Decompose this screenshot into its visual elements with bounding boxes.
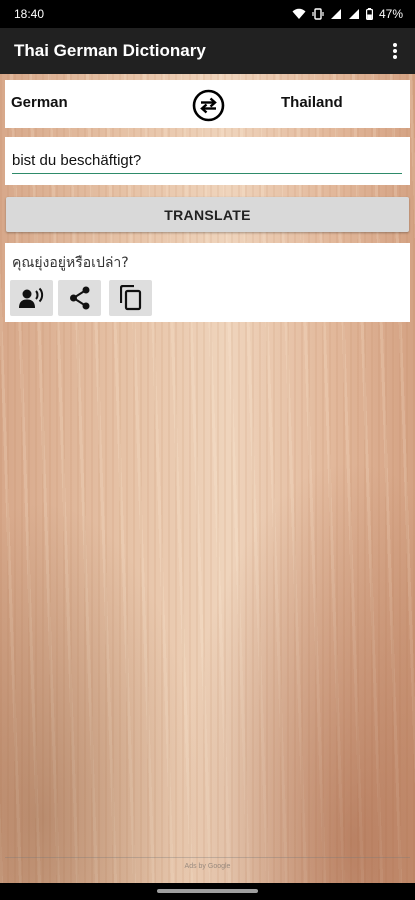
system-nav-bar	[0, 883, 415, 900]
swap-icon	[192, 89, 225, 122]
language-selector-card: German Thailand	[5, 80, 410, 128]
result-card: คุณยุ่งอยู่หรือเปล่า?	[5, 243, 410, 322]
source-language[interactable]: German	[11, 94, 68, 111]
app-bar: Thai German Dictionary	[0, 28, 415, 74]
main-content: German Thailand TRANSLATE คุณยุ่งอยู่หรื…	[0, 74, 415, 883]
translate-button[interactable]: TRANSLATE	[6, 197, 409, 232]
ad-banner-label: Ads by Google	[184, 863, 231, 870]
swap-languages-button[interactable]	[192, 89, 225, 122]
target-language[interactable]: Thailand	[281, 94, 343, 111]
vibrate-icon	[312, 8, 324, 20]
overflow-menu-button[interactable]	[383, 36, 407, 66]
more-vert-icon	[393, 43, 397, 59]
speaker-icon	[18, 287, 43, 308]
speak-button[interactable]	[10, 280, 53, 316]
share-icon	[69, 286, 89, 310]
battery-level: 47%	[378, 7, 403, 21]
translation-result: คุณยุ่งอยู่หรือเปล่า?	[12, 255, 129, 271]
battery-icon	[365, 8, 373, 20]
input-card	[5, 137, 410, 185]
signal-icon-2	[348, 9, 359, 19]
wifi-icon	[292, 8, 306, 19]
source-text-input[interactable]	[12, 147, 402, 174]
home-gesture-handle[interactable]	[157, 889, 258, 893]
footer-divider	[5, 857, 410, 858]
signal-icon-1	[330, 9, 341, 19]
copy-icon	[119, 285, 141, 311]
copy-button[interactable]	[109, 280, 152, 316]
status-bar: 18:40 47%	[0, 0, 415, 28]
status-time: 18:40	[14, 7, 45, 21]
status-icons: 47%	[292, 7, 403, 21]
share-button[interactable]	[58, 280, 101, 316]
app-title: Thai German Dictionary	[14, 41, 206, 60]
